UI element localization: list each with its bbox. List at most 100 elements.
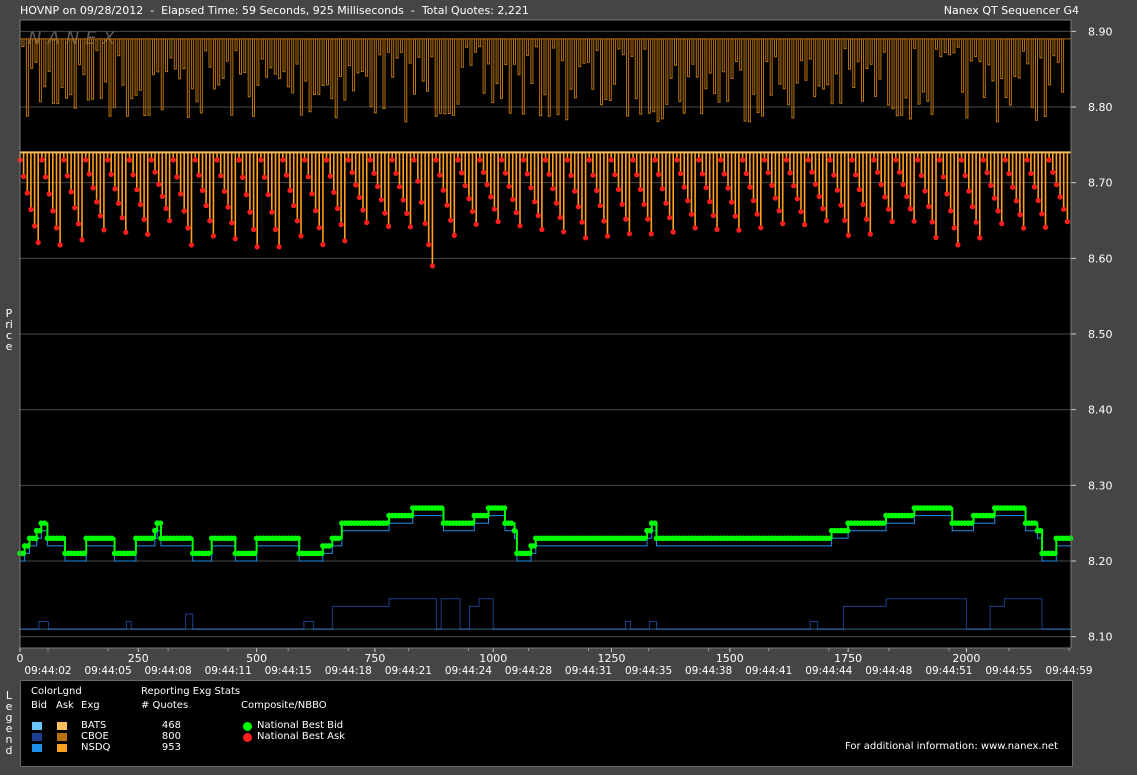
- ask-point-147: [553, 200, 560, 206]
- footer-info: For additional information: www.nanex.ne…: [845, 741, 1058, 752]
- ask-point-68: [265, 192, 271, 198]
- ask-point-251: [933, 234, 939, 241]
- ask-point-199: [743, 170, 749, 177]
- ask-point-247: [918, 172, 925, 179]
- bid-point-333: [1032, 520, 1038, 526]
- y-tick-label-3: 8.60: [1088, 252, 1113, 265]
- ask-point-126: [477, 157, 483, 163]
- bid-point-93: [295, 535, 302, 542]
- bid-point-293: [908, 512, 915, 519]
- ask-point-142: [535, 213, 541, 219]
- ask-point-182: [681, 184, 687, 190]
- ask-point-149: [561, 229, 567, 235]
- ask-point-178: [667, 215, 673, 221]
- ask-point-240: [893, 157, 899, 163]
- bid-point-1: [20, 550, 27, 557]
- ask-point-89: [342, 238, 348, 244]
- ask-point-67: [261, 174, 268, 180]
- ask-point-135: [510, 196, 516, 203]
- ask-point-125: [473, 221, 479, 227]
- ask-point-181: [677, 171, 684, 177]
- ask-point-103: [393, 170, 399, 176]
- bid-point-155: [484, 512, 490, 519]
- ask-point-128: [484, 182, 490, 188]
- ask-point-6: [39, 157, 45, 163]
- ask-point-90: [345, 157, 351, 163]
- ask-point-92: [353, 182, 359, 188]
- ask-point-64: [251, 226, 257, 233]
- ask-point-201: [750, 198, 757, 204]
- ask-point-79: [305, 174, 311, 180]
- ask-point-168: [630, 157, 636, 163]
- ask-point-223: [831, 172, 837, 178]
- ask-point-244: [907, 206, 914, 212]
- ask-point-245: [911, 218, 917, 224]
- ask-point-277: [1028, 170, 1034, 177]
- ask-point-81: [313, 208, 319, 214]
- y-tick-label-8: 8.10: [1088, 631, 1113, 644]
- time-label-7: 09:44:24: [445, 665, 492, 677]
- ask-point-82: [316, 225, 322, 231]
- ask-point-261: [969, 204, 976, 210]
- ask-point-286: [1061, 206, 1067, 212]
- ask-point-242: [900, 181, 906, 188]
- ask-point-117: [444, 202, 450, 208]
- ask-point-249: [926, 203, 932, 210]
- ask-point-287: [1064, 219, 1070, 225]
- ask-point-72: [280, 157, 286, 163]
- bid-point-46: [152, 527, 158, 534]
- ask-point-218: [812, 181, 819, 187]
- ask-point-24: [105, 157, 111, 163]
- ask-point-219: [816, 193, 822, 200]
- ask-point-41: [167, 218, 173, 224]
- ask-point-232: [864, 216, 870, 222]
- ask-point-193: [721, 171, 727, 177]
- nsdq-exchange-label: NSDQ: [81, 742, 111, 753]
- time-label-8: 09:44:28: [505, 665, 552, 677]
- ask-point-263: [977, 235, 983, 241]
- ask-point-100: [382, 210, 388, 216]
- ask-point-212: [791, 183, 797, 189]
- ask-point-211: [787, 170, 793, 176]
- ask-point-140: [528, 185, 534, 191]
- ask-point-174: [652, 157, 658, 163]
- bid-point-305: [946, 505, 953, 511]
- bid-point-161: [501, 505, 508, 511]
- ask-point-120: [455, 157, 461, 163]
- ask-point-158: [594, 187, 600, 194]
- x-tick-label-7: 1750: [834, 652, 862, 665]
- cboe-ask-swatch: [57, 733, 67, 741]
- bid-point-23: [81, 550, 87, 557]
- bid-point-32: [109, 535, 115, 542]
- ask-point-77: [298, 233, 304, 239]
- ask-point-163: [612, 172, 618, 178]
- ask-point-16: [75, 221, 81, 227]
- ask-point-137: [517, 223, 523, 229]
- ask-point-235: [875, 169, 881, 175]
- ask-point-233: [867, 231, 873, 237]
- ask-point-122: [462, 183, 468, 189]
- ask-point-203: [758, 225, 764, 231]
- ask-point-224: [834, 187, 841, 193]
- bats-bid-swatch: [32, 722, 42, 730]
- ask-point-273: [1013, 198, 1019, 204]
- x-tick-label-3: 750: [364, 652, 385, 665]
- ask-point-114: [433, 157, 439, 163]
- quotes-header: # Quotes: [141, 700, 189, 711]
- ask-point-62: [243, 192, 249, 198]
- ask-point-184: [688, 211, 695, 217]
- time-label-11: 09:44:38: [685, 665, 732, 677]
- nsdq-bid-swatch: [32, 744, 42, 752]
- ask-point-106: [404, 210, 410, 216]
- x-tick-label-0: 0: [17, 652, 24, 665]
- ask-point-104: [396, 184, 403, 190]
- ask-point-191: [714, 226, 720, 232]
- ask-point-43: [174, 174, 180, 180]
- ask-point-115: [437, 172, 443, 178]
- ask-point-213: [794, 196, 800, 202]
- bid-point-164: [508, 520, 515, 526]
- bats-quotes-count: 468: [161, 720, 181, 731]
- bid-point-312: [968, 520, 975, 526]
- ask-point-111: [422, 220, 428, 227]
- ask-point-215: [802, 222, 808, 228]
